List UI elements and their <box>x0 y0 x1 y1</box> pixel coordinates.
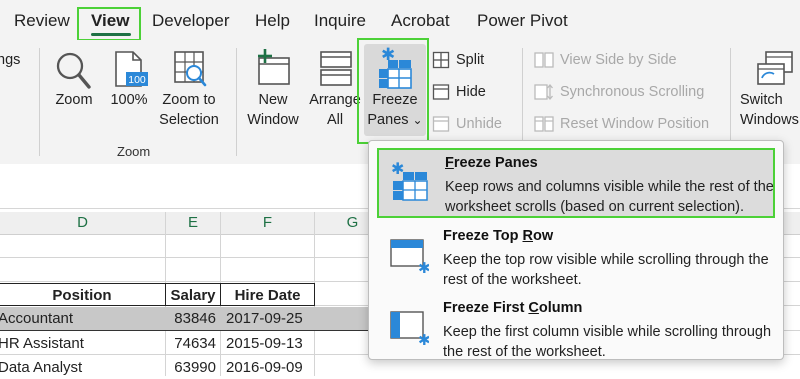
menu-item-freeze-panes[interactable]: ✱ Freeze Panes Keep rows and columns vis… <box>377 148 775 218</box>
zoom-button[interactable]: Zoom <box>50 48 98 110</box>
reset-window-position-label: Reset Window Position <box>560 116 710 132</box>
tab-developer[interactable]: Developer <box>152 11 230 31</box>
synchronous-scrolling-button[interactable]: Synchronous Scrolling <box>534 81 704 103</box>
switch-windows-label-1: Switch <box>740 92 783 108</box>
table-cell[interactable]: 74634 <box>165 332 220 355</box>
sync-scroll-icon <box>534 83 553 101</box>
column-header-e[interactable]: E <box>166 212 221 234</box>
freeze-panes-button[interactable]: ✱ Freeze Panes ⌄ <box>364 44 426 136</box>
reset-window-icon <box>534 116 554 132</box>
zoom-to-selection-button[interactable]: Zoom to Selection <box>156 48 222 130</box>
menu-item-description: Keep the first column visible while scro… <box>443 324 772 360</box>
selected-row[interactable]: Accountant 83846 2017-09-25 <box>0 307 368 331</box>
menu-item-title: Freeze First Column <box>443 300 582 316</box>
access-key: C <box>528 300 539 316</box>
zoom-to-selection-label-2: Selection <box>159 112 219 128</box>
tab-help[interactable]: Help <box>255 11 290 31</box>
chevron-down-icon: ⌄ <box>412 113 423 127</box>
freeze-panes-label-1: Freeze <box>372 92 418 108</box>
table-cell: 2017-09-25 <box>226 310 303 327</box>
table-cell: Accountant <box>0 310 74 327</box>
switch-windows-button[interactable]: Switch Windows <box>738 48 800 130</box>
unhide-button[interactable]: Unhide <box>432 113 502 135</box>
header-cell-position[interactable]: Position <box>0 283 166 306</box>
freeze-panes-label-2-text: Panes <box>367 112 409 128</box>
new-window-label-1: New <box>258 92 288 108</box>
unhide-label: Unhide <box>456 116 502 132</box>
side-by-side-icon <box>534 52 554 68</box>
title-rest: reeze Panes <box>453 155 538 171</box>
freeze-panes-icon: ✱ <box>379 46 412 89</box>
zoom-to-selection-label-1: Zoom to <box>162 92 216 108</box>
cut-off-label: ngs <box>0 52 21 68</box>
menu-item-description: Keep rows and columns visible while the … <box>445 179 774 215</box>
menu-item-freeze-top-row[interactable]: ✱ Freeze Top Row Keep the top row visibl… <box>377 220 775 288</box>
switch-windows-icon <box>757 51 793 85</box>
arrange-all-label-1: Arrange <box>309 92 361 108</box>
svg-text:✱: ✱ <box>418 331 429 346</box>
tab-power-pivot[interactable]: Power Pivot <box>477 11 568 31</box>
freeze-top-row-icon: ✱ <box>390 239 429 274</box>
arrange-all-icon <box>320 51 352 86</box>
column-header-f[interactable]: F <box>221 212 315 234</box>
new-window-icon <box>258 49 290 85</box>
svg-text:✱: ✱ <box>418 259 429 274</box>
zoom-group-label: Zoom <box>117 144 151 159</box>
synchronous-scrolling-label: Synchronous Scrolling <box>560 84 705 100</box>
reset-window-position-button[interactable]: Reset Window Position <box>534 113 709 135</box>
zoom-selection-icon <box>174 51 207 87</box>
new-window-label-2: Window <box>247 112 299 128</box>
zoom-100-label: 100% <box>110 92 148 108</box>
hide-icon <box>432 84 450 100</box>
table-cell[interactable]: HR Assistant <box>0 332 164 355</box>
column-header-d[interactable]: D <box>0 212 166 234</box>
freeze-panes-label-2: Panes ⌄ <box>364 110 426 130</box>
ribbon-separator <box>236 48 237 156</box>
split-label: Split <box>456 52 485 68</box>
page-100-icon: 100 <box>115 51 148 87</box>
new-window-button[interactable]: New Window <box>244 48 302 130</box>
menu-item-title: Freeze Panes <box>445 155 538 171</box>
freeze-panes-menu: ✱ Freeze Panes Keep rows and columns vis… <box>368 140 784 360</box>
switch-windows-label-2: Windows <box>740 112 799 128</box>
ribbon-tab-bar: Review View Developer Help Inquire Acrob… <box>0 0 800 40</box>
tab-view[interactable]: View <box>91 11 129 31</box>
menu-item-description: Keep the top row visible while scrolling… <box>443 252 769 288</box>
menu-item-freeze-first-column[interactable]: ✱ Freeze First Column Keep the first col… <box>377 292 775 360</box>
tab-inquire[interactable]: Inquire <box>314 11 366 31</box>
zoom-100-button[interactable]: 100 100% <box>106 48 152 110</box>
header-cell-hire-date[interactable]: Hire Date <box>220 283 315 306</box>
arrange-all-button[interactable]: Arrange All <box>306 48 364 130</box>
unhide-icon <box>432 116 450 132</box>
view-side-by-side-label: View Side by Side <box>560 52 677 68</box>
table-cell: 83846 <box>174 310 216 327</box>
zoom-label: Zoom <box>55 92 93 108</box>
freeze-first-column-icon: ✱ <box>390 311 429 346</box>
tab-acrobat[interactable]: Acrobat <box>391 11 450 31</box>
access-key: F <box>445 155 454 171</box>
magnifier-icon <box>56 52 91 89</box>
ribbon-separator <box>39 48 40 156</box>
view-side-by-side-button[interactable]: View Side by Side <box>534 49 677 71</box>
freeze-panes-icon: ✱ <box>391 160 428 201</box>
hide-button[interactable]: Hide <box>432 81 486 103</box>
arrange-all-label-2: All <box>326 112 344 128</box>
menu-item-title: Freeze Top Row <box>443 228 553 244</box>
title-pre: Freeze First <box>443 300 529 316</box>
svg-text:✱: ✱ <box>391 160 404 178</box>
header-cell-salary[interactable]: Salary <box>165 283 221 306</box>
page-100-text: 100 <box>128 74 146 86</box>
table-cell[interactable]: 2015-09-13 <box>226 332 314 355</box>
split-button[interactable]: Split <box>432 49 484 71</box>
title-pre: Freeze Top <box>443 228 523 244</box>
title-rest: olumn <box>538 300 583 316</box>
tab-review[interactable]: Review <box>14 11 70 31</box>
tab-view-underline <box>91 33 131 36</box>
title-rest: ow <box>532 228 554 244</box>
split-icon <box>432 51 450 69</box>
access-key: R <box>522 228 533 244</box>
hide-label: Hide <box>456 84 486 100</box>
